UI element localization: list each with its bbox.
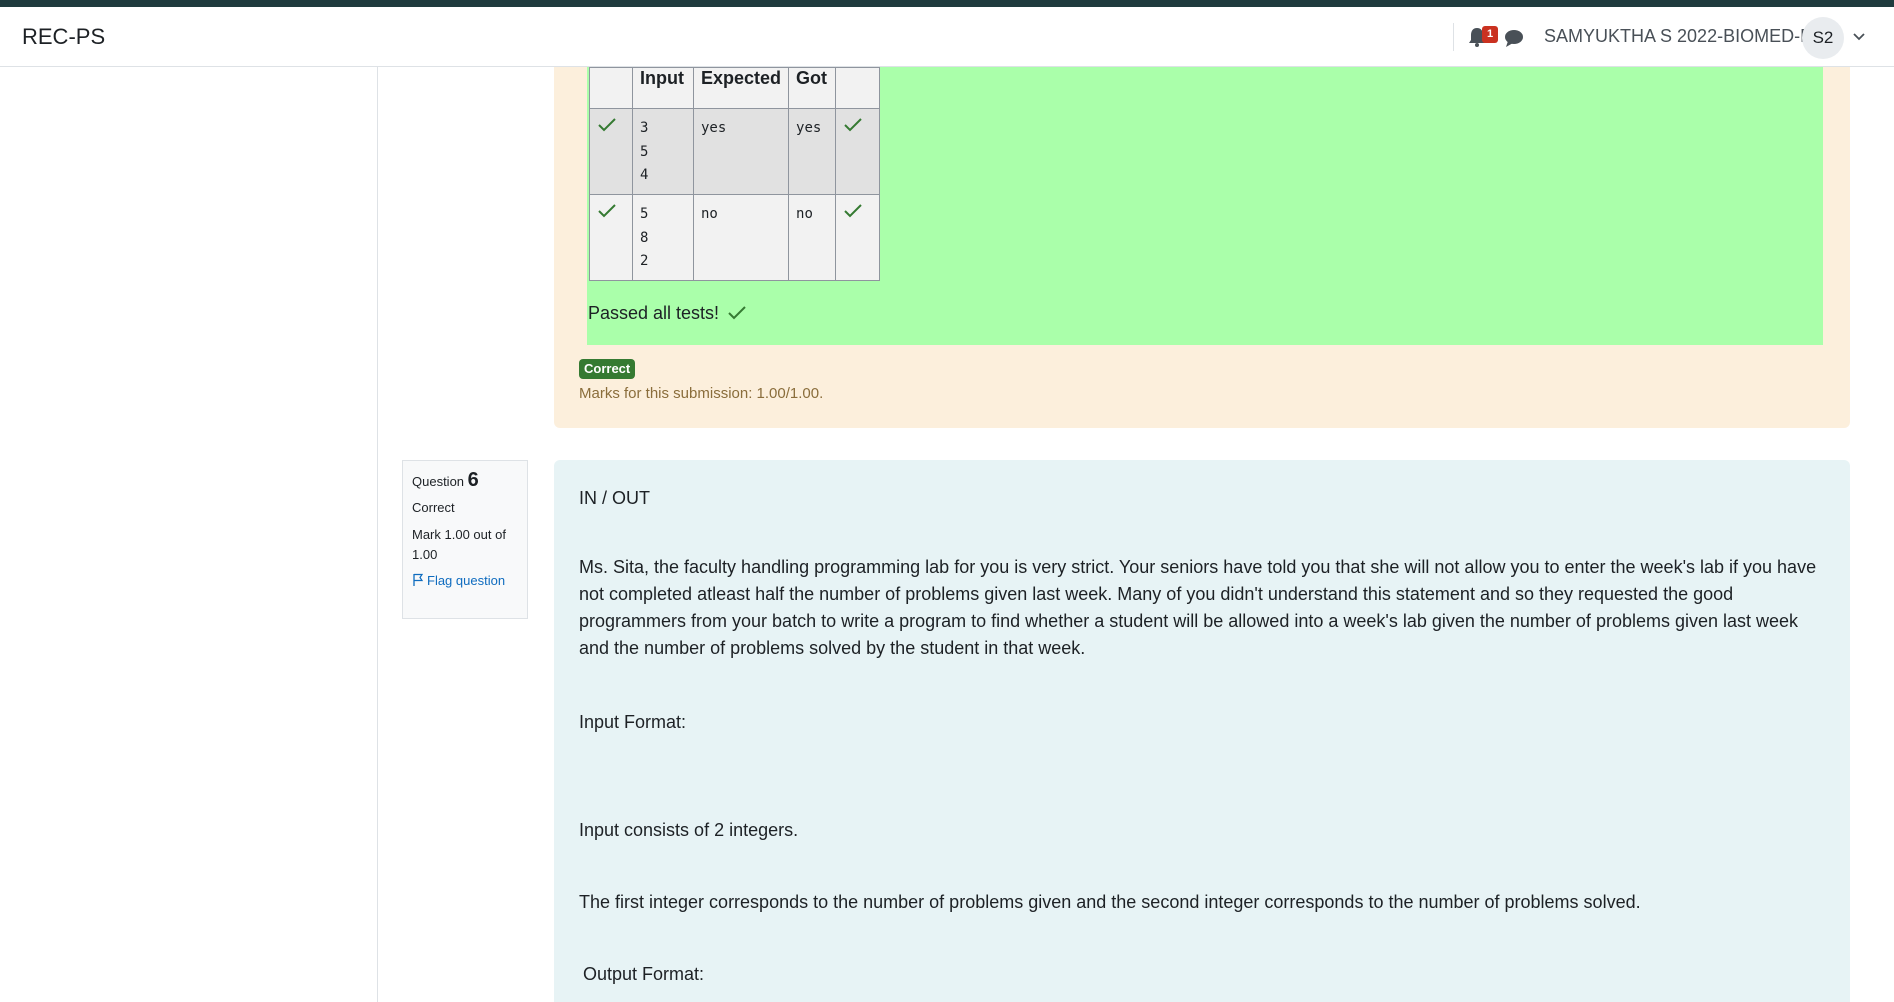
- input-value: 8: [640, 229, 649, 246]
- avatar[interactable]: S2: [1802, 17, 1844, 59]
- question-number: Question 6: [412, 469, 518, 492]
- user-name[interactable]: SAMYUKTHA S 2022-BIOMED-B: [1544, 26, 1812, 47]
- navbar: REC-PS 1 SAMYUKTHA S 2022-BIOMED-B S2: [0, 7, 1894, 67]
- check-icon: [844, 204, 862, 218]
- question-label: Question: [412, 474, 465, 489]
- table-header: Input: [632, 67, 694, 109]
- got-cell: yes: [788, 108, 837, 195]
- site-brand[interactable]: REC-PS: [22, 24, 105, 50]
- question-number-value: 6: [467, 469, 479, 491]
- input-value: 5: [640, 206, 649, 222]
- check-icon: [728, 306, 746, 320]
- check-icon: [598, 204, 616, 218]
- question-info-box: Question 6 Correct Mark 1.00 out of 1.00…: [402, 460, 528, 619]
- input-cell: 3 5 4: [632, 108, 694, 195]
- table-header-row: Input Expected Got: [589, 67, 881, 109]
- input-value: 2: [640, 253, 649, 269]
- got-cell: no: [788, 194, 837, 281]
- passed-text: Passed all tests!: [588, 303, 720, 323]
- passed-all-tests: Passed all tests!: [588, 303, 747, 324]
- row-result-cell: [835, 108, 881, 195]
- table-header: [589, 67, 633, 109]
- input-format-detail: The first integer corresponds to the num…: [579, 892, 1641, 912]
- check-icon: [844, 118, 862, 132]
- flag-icon: [413, 573, 424, 586]
- question-state: Correct: [412, 500, 455, 515]
- question-description: Ms. Sita, the faculty handling programmi…: [579, 557, 1817, 658]
- row-status-cell: [589, 194, 633, 281]
- question-title: IN / OUT: [579, 488, 650, 508]
- top-stripe: [0, 0, 1894, 7]
- table-row: 5 8 2 no no: [589, 194, 881, 281]
- check-icon: [598, 118, 616, 132]
- table-row: 3 5 4 yes yes: [589, 108, 881, 195]
- chevron-down-icon[interactable]: [1852, 29, 1866, 43]
- input-cell: 5 8 2: [632, 194, 694, 281]
- input-format-line: Input consists of 2 integers.: [579, 820, 799, 840]
- input-format-heading: Input Format:: [579, 712, 687, 732]
- flag-question-link[interactable]: Flag question: [412, 573, 518, 588]
- submission-marks: Marks for this submission: 1.00/1.00.: [579, 385, 824, 402]
- input-value: 3: [640, 120, 649, 136]
- table-header: Expected: [692, 67, 790, 109]
- input-value: 4: [640, 167, 649, 183]
- output-format-heading: Output Format:: [583, 964, 705, 984]
- chat-icon[interactable]: [1503, 27, 1525, 49]
- expected-cell: no: [692, 194, 790, 281]
- previous-answer-panel: Input Expected Got 3 5 4 yes yes 5 8 2 n…: [554, 67, 1850, 428]
- correct-badge: Correct: [579, 359, 636, 379]
- notification-count-badge: 1: [1482, 26, 1498, 43]
- row-result-cell: [835, 194, 881, 281]
- input-value: 5: [640, 143, 649, 160]
- question-text-panel: IN / OUT Ms. Sita, the faculty handling …: [554, 460, 1850, 1002]
- sidebar-divider: [377, 67, 378, 1002]
- question-grade: Mark 1.00 out of 1.00: [412, 527, 506, 562]
- flag-question-label: Flag question: [427, 573, 506, 588]
- table-header: [835, 67, 881, 109]
- table-header: Got: [788, 67, 837, 109]
- nav-divider: [1453, 23, 1454, 51]
- expected-cell: yes: [692, 108, 790, 195]
- row-status-cell: [589, 108, 633, 195]
- test-results-table: Input Expected Got 3 5 4 yes yes 5 8 2 n…: [589, 67, 881, 281]
